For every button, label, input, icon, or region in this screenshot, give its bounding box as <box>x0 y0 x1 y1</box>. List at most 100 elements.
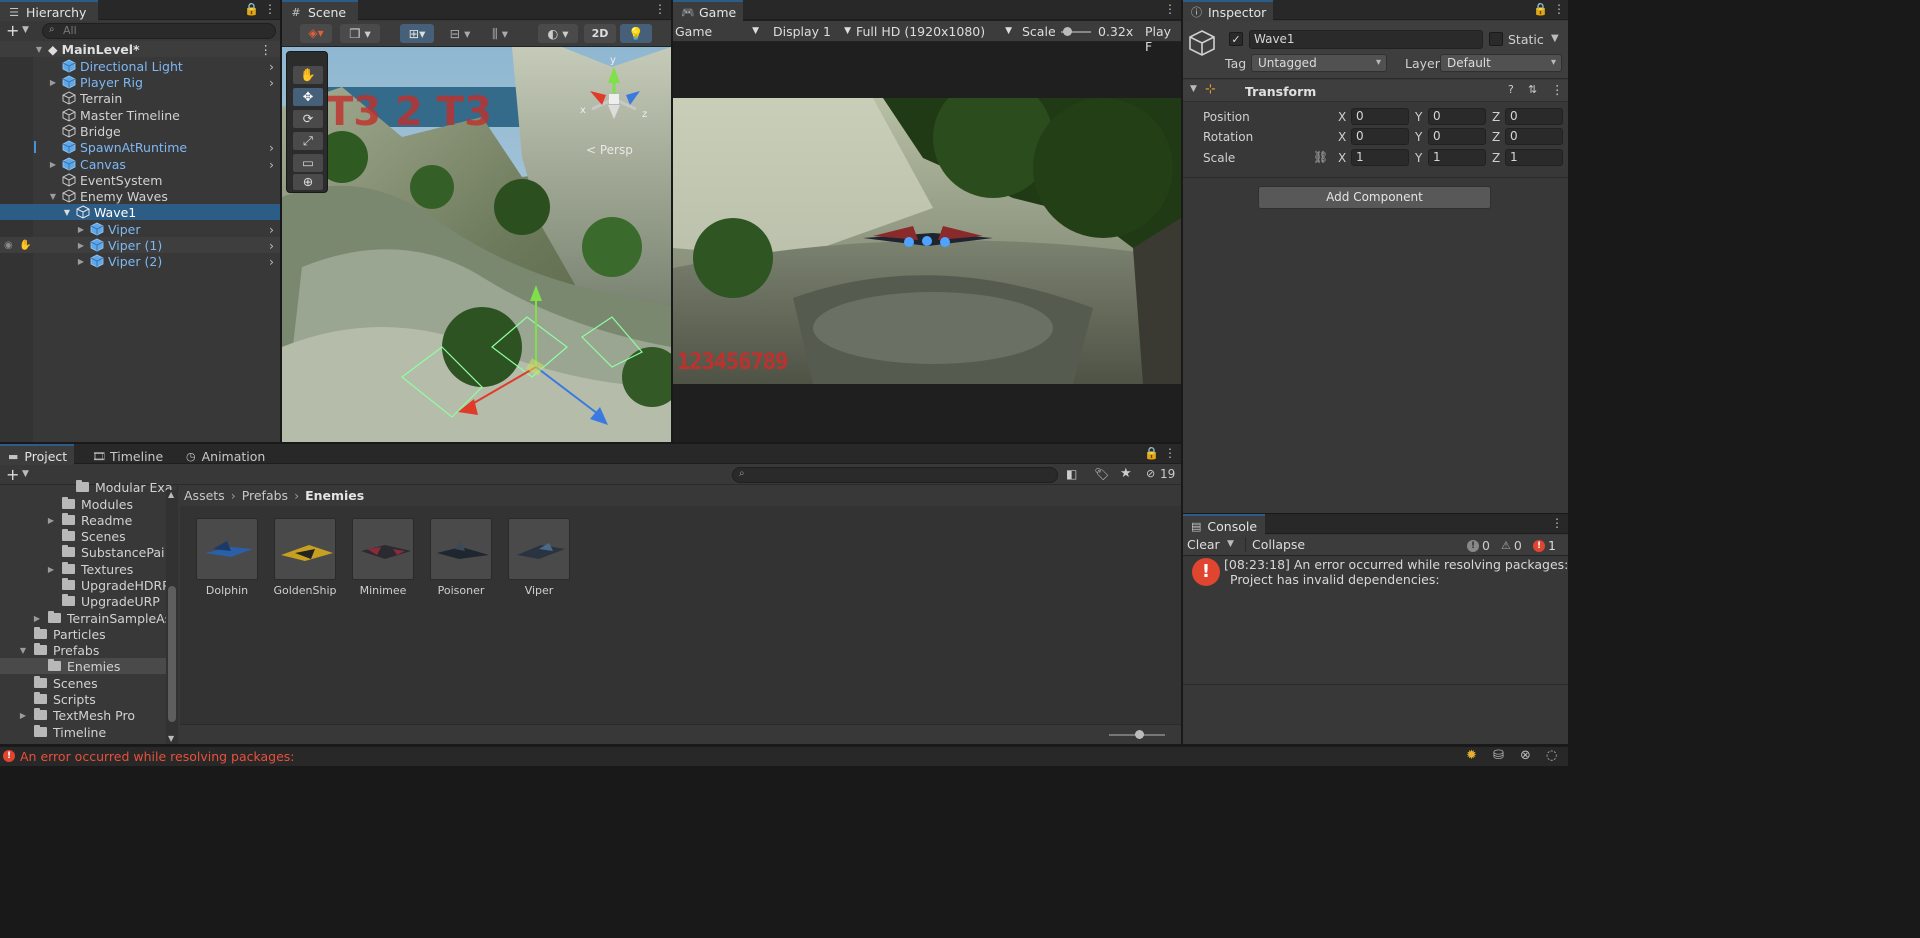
thumbnail-size-handle[interactable] <box>1135 730 1144 739</box>
hierarchy-item[interactable]: ▶ Viper › <box>0 221 280 237</box>
lighting-toggle-button[interactable]: 💡 <box>620 24 652 43</box>
hierarchy-item[interactable]: ▶ Player Rig › <box>0 74 280 90</box>
expand-arrow[interactable]: ▶ <box>46 565 56 574</box>
tag-dropdown[interactable]: Untagged <box>1251 54 1387 72</box>
hierarchy-item[interactable]: Master Timeline <box>0 107 280 123</box>
transform-tool-button[interactable]: ⊕ <box>293 174 323 190</box>
expand-arrow[interactable]: ▼ <box>18 646 28 655</box>
breadcrumb-enemies[interactable]: Enemies <box>305 488 364 504</box>
folder-row[interactable]: Scenes <box>0 675 177 691</box>
asset-thumbnail-minimee[interactable] <box>352 518 414 580</box>
object-name-field[interactable]: Wave1 <box>1249 30 1483 49</box>
eye-icon[interactable]: ◉ <box>4 240 13 251</box>
scene-viewport[interactable]: T3 2 T3 ✋ ✥ ⟳ ⤢ ▭ ⊕ y x z < Persp <box>282 47 671 442</box>
scale-tool-button[interactable]: ⤢ <box>293 132 323 150</box>
expand-arrow[interactable]: ▶ <box>32 614 42 623</box>
folder-row[interactable]: ▶ Textures <box>0 561 177 577</box>
shading-dropdown[interactable]: ◐ ▾ <box>538 24 578 43</box>
resolution-dropdown[interactable]: Full HD (1920x1080) ▼ <box>856 23 1012 40</box>
chevron-down-icon[interactable]: ▼ <box>22 25 29 35</box>
chevron-right-icon[interactable]: › <box>269 238 274 253</box>
transform-header[interactable]: ▼ ⊹ Transform ? ⇅ ⋮ <box>1183 80 1568 102</box>
constrain-proportions-icon[interactable]: ⛓ <box>1313 150 1328 164</box>
expand-arrow[interactable]: ▶ <box>76 241 86 250</box>
check-icon[interactable]: ◌ <box>1546 748 1557 763</box>
chevron-right-icon[interactable]: › <box>269 75 274 90</box>
bug-report-icon[interactable]: ✹ <box>1466 748 1477 763</box>
expand-arrow[interactable]: ▶ <box>76 225 86 234</box>
hierarchy-item[interactable]: Terrain <box>0 90 280 106</box>
scale-slider-handle[interactable] <box>1063 27 1072 36</box>
lock-icon[interactable]: 🔒 <box>244 2 259 16</box>
hidden-packages-icon[interactable]: ⊘ <box>1146 467 1155 480</box>
kebab-menu-icon[interactable]: ⋮ <box>1164 2 1176 16</box>
tab-inspector[interactable]: ⓘ Inspector <box>1183 0 1273 21</box>
scroll-down-arrow[interactable]: ▼ <box>168 734 174 743</box>
folder-row[interactable]: Modules <box>0 496 177 512</box>
tab-hierarchy[interactable]: ☰ Hierarchy <box>0 0 98 21</box>
tab-animation[interactable]: ◷ Animation <box>178 444 272 465</box>
hierarchy-item[interactable]: ▼ Enemy Waves <box>0 188 280 204</box>
folder-row[interactable]: UpgradeURP <box>0 593 177 609</box>
cache-server-icon[interactable]: ⛁ <box>1493 748 1504 763</box>
rotation-z-field[interactable]: 0 <box>1505 128 1563 145</box>
breadcrumb-prefabs[interactable]: Prefabs <box>242 488 288 504</box>
hierarchy-item[interactable]: EventSystem <box>0 172 280 188</box>
draw-mode-dropdown[interactable]: ◈▾ <box>300 24 332 43</box>
asset-thumbnail-goldenship[interactable] <box>274 518 336 580</box>
chevron-down-icon[interactable]: ▼ <box>22 469 29 479</box>
collapse-button[interactable]: Collapse <box>1245 537 1305 552</box>
hierarchy-item[interactable]: Directional Light › <box>0 58 280 74</box>
chevron-right-icon[interactable]: › <box>269 157 274 172</box>
chevron-right-icon[interactable]: › <box>269 59 274 74</box>
chevron-right-icon[interactable]: › <box>269 140 274 155</box>
hierarchy-item[interactable]: ▶ Canvas › <box>0 156 280 172</box>
folder-row[interactable]: ▼ Prefabs <box>0 642 177 658</box>
chevron-right-icon[interactable]: › <box>269 254 274 269</box>
add-icon[interactable]: + <box>6 21 19 40</box>
folder-row[interactable]: Particles <box>0 626 177 642</box>
folder-row[interactable]: SubstancePai <box>0 544 177 560</box>
error-filter-toggle[interactable]: ! 1 <box>1533 537 1556 554</box>
scale-z-field[interactable]: 1 <box>1505 149 1563 166</box>
toggle-2d-button[interactable]: 2D <box>584 24 616 43</box>
tab-scene[interactable]: # Scene <box>282 0 358 21</box>
lock-icon[interactable]: 🔒 <box>1533 2 1548 16</box>
thumbnail-size-slider[interactable] <box>1109 730 1165 739</box>
folder-row[interactable]: Modular Exa <box>0 479 177 495</box>
folder-row[interactable]: ▶ Readme <box>0 512 177 528</box>
kebab-menu-icon[interactable]: ⋮ <box>1553 2 1565 16</box>
info-filter-toggle[interactable]: ! 0 <box>1467 537 1490 554</box>
add-component-button[interactable]: Add Component <box>1258 186 1491 209</box>
hierarchy-item[interactable]: ▶ Viper (2) › <box>0 253 280 269</box>
tab-project[interactable]: ▬ Project <box>0 444 74 465</box>
folder-row[interactable]: Timeline <box>0 724 177 740</box>
tab-console[interactable]: ▤ Console <box>1183 514 1265 535</box>
game-viewport[interactable]: 123456789 <box>673 98 1181 384</box>
expand-arrow[interactable]: ▶ <box>76 257 86 266</box>
chevron-right-icon[interactable]: › <box>269 222 274 237</box>
console-log-entry[interactable]: ! [08:23:18] An error occurred while res… <box>1183 556 1568 592</box>
rect-tool-button[interactable]: ▭ <box>293 154 323 172</box>
expand-arrow[interactable]: ▼ <box>34 45 44 54</box>
kebab-menu-icon[interactable]: ⋮ <box>1551 82 1564 97</box>
search-by-type-icon[interactable]: ◧ <box>1066 467 1077 481</box>
lock-icon[interactable]: 🔒 <box>1144 446 1159 460</box>
layer-dropdown[interactable]: Default <box>1440 54 1562 72</box>
move-snap-button[interactable]: ⊞▾ <box>400 24 434 43</box>
kebab-menu-icon[interactable]: ⋮ <box>654 2 666 16</box>
asset-thumbnail-poisoner[interactable] <box>430 518 492 580</box>
hierarchy-search-input[interactable]: ⌕ All <box>42 23 276 39</box>
network-off-icon[interactable]: ⊗ <box>1520 748 1531 763</box>
scroll-up-arrow[interactable]: ▲ <box>168 490 174 499</box>
scale-slider[interactable] <box>1061 27 1091 36</box>
hierarchy-item[interactable]: SpawnAtRuntime › <box>0 139 280 155</box>
scene-menu-icon[interactable]: ⋮ <box>260 42 273 57</box>
static-checkbox[interactable] <box>1489 32 1503 46</box>
folder-row[interactable]: ▶ TerrainSampleAs <box>0 610 177 626</box>
folder-row[interactable]: ▶ TextMesh Pro <box>0 707 177 723</box>
active-checkbox[interactable]: ✓ <box>1229 32 1243 46</box>
game-mode-dropdown[interactable]: Game ▼ <box>675 23 763 40</box>
position-z-field[interactable]: 0 <box>1505 108 1563 125</box>
rotation-x-field[interactable]: 0 <box>1351 128 1409 145</box>
